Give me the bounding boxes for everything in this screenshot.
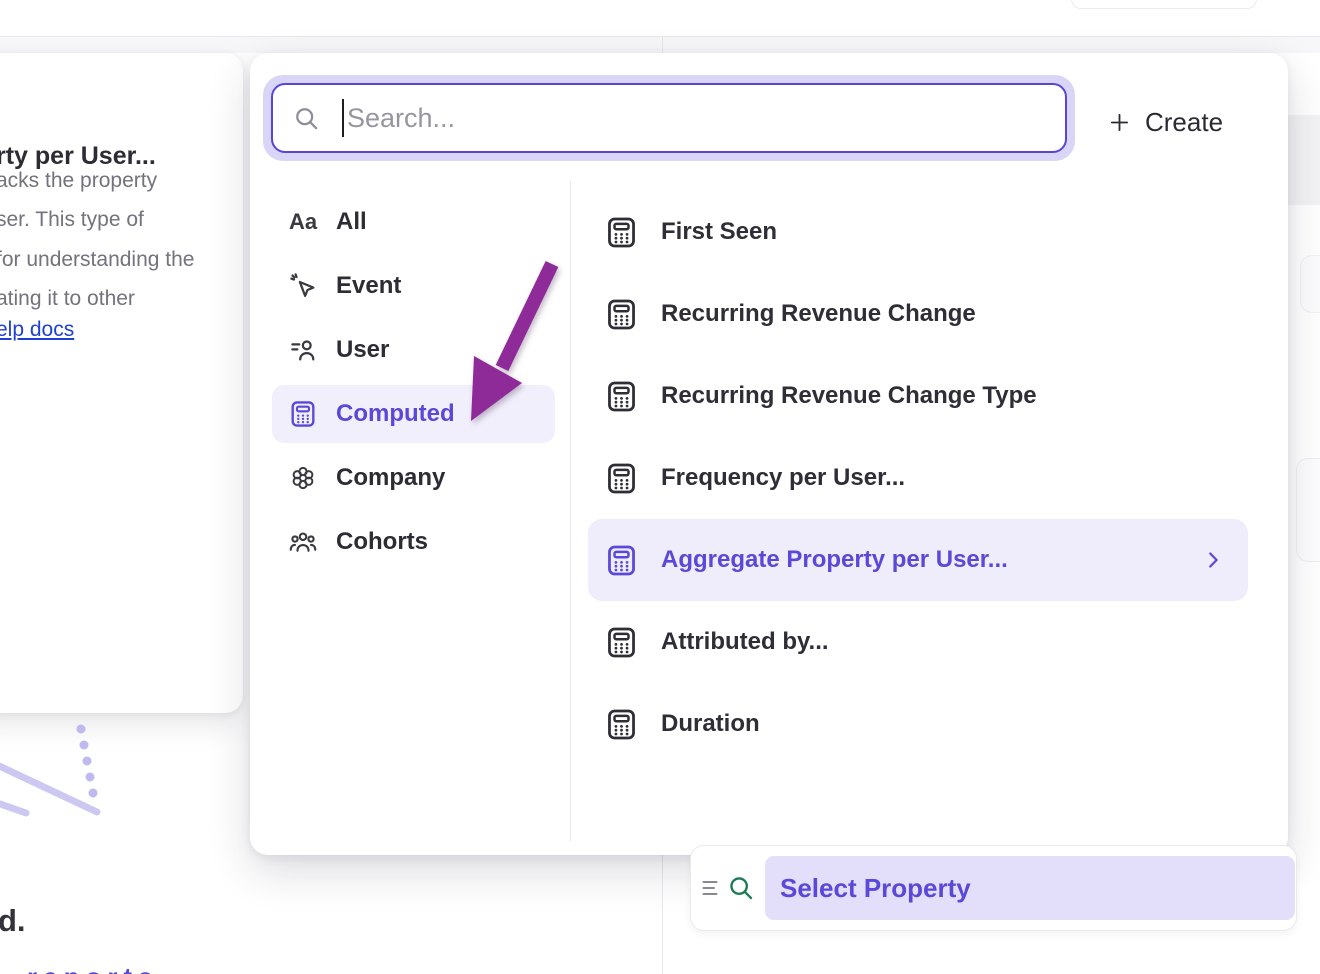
app-screenshot: rty per User... acks the property ser. T… (0, 0, 1320, 974)
category-item-all[interactable]: Aa All (272, 193, 555, 251)
property-item[interactable]: Attributed by... (588, 612, 1248, 672)
calculator-icon (604, 379, 639, 414)
calculator-icon (604, 707, 639, 742)
create-button[interactable]: Create (1108, 100, 1223, 144)
aa-icon: Aa (288, 207, 318, 237)
plus-icon (1108, 111, 1131, 134)
clipped-purple-text-fragment: reports (27, 962, 159, 974)
cursor-click-icon (288, 271, 318, 301)
category-item-user[interactable]: User (272, 321, 555, 379)
search-field[interactable] (271, 83, 1067, 153)
property-label: Attributed by... (661, 628, 829, 656)
clipped-heading-fragment: d. (0, 903, 26, 939)
property-label: First Seen (661, 218, 777, 246)
create-button-label: Create (1145, 107, 1223, 138)
calculator-icon (604, 297, 639, 332)
property-label: Duration (661, 710, 760, 738)
list-lines-icon (701, 878, 719, 898)
property-item[interactable]: Duration (588, 694, 1248, 754)
select-property-button[interactable]: Select Property (765, 856, 1295, 920)
modal-column-divider (570, 181, 571, 841)
property-label: Recurring Revenue Change (661, 300, 976, 328)
property-label: Frequency per User... (661, 464, 905, 492)
property-picker-modal: Create Aa All Event (250, 53, 1288, 855)
green-search-icon (727, 874, 755, 902)
category-item-company[interactable]: Company (272, 449, 555, 507)
company-icon (288, 463, 318, 493)
top-band (0, 37, 1320, 53)
select-property-label: Select Property (780, 873, 971, 904)
help-docs-link[interactable]: elp docs (0, 318, 74, 342)
select-property-control: Select Property (690, 845, 1297, 931)
category-item-cohorts[interactable]: Cohorts (272, 513, 555, 571)
property-label: Recurring Revenue Change Type (661, 382, 1037, 410)
category-label: All (336, 208, 367, 236)
search-input[interactable] (347, 103, 1047, 134)
category-label: Computed (336, 400, 455, 428)
background-row-fragment (1288, 115, 1320, 205)
calculator-icon (288, 399, 318, 429)
text-cursor (342, 99, 344, 137)
category-item-computed[interactable]: Computed (272, 385, 555, 443)
chevron-right-icon (1202, 549, 1224, 571)
property-item[interactable]: Recurring Revenue Change (588, 284, 1248, 344)
category-label: User (336, 336, 389, 364)
background-card-fragment (1300, 255, 1320, 313)
user-icon (288, 335, 318, 365)
search-focus-halo (263, 75, 1075, 161)
property-item[interactable]: Recurring Revenue Change Type (588, 366, 1248, 426)
calculator-icon (604, 461, 639, 496)
property-label: Aggregate Property per User... (661, 546, 1008, 574)
property-help-tooltip: rty per User... acks the property ser. T… (0, 53, 243, 713)
calculator-icon (604, 215, 639, 250)
property-item[interactable]: First Seen (588, 202, 1248, 262)
background-card-fragment (1296, 458, 1320, 562)
property-item[interactable]: Frequency per User... (588, 448, 1248, 508)
calculator-icon (604, 543, 639, 578)
category-label: Company (336, 464, 445, 492)
category-item-event[interactable]: Event (272, 257, 555, 315)
tooltip-line: ser. This type of (0, 200, 194, 239)
calculator-icon (604, 625, 639, 660)
background-control-fragment (1071, 0, 1257, 9)
category-label: Cohorts (336, 528, 428, 556)
tooltip-line: acks the property (0, 161, 194, 200)
property-item-selected[interactable]: Aggregate Property per User... (588, 519, 1248, 601)
cohorts-icon (288, 527, 318, 557)
tooltip-description: acks the property ser. This type of for … (0, 161, 194, 319)
category-label: Event (336, 272, 401, 300)
decorative-illustration (0, 715, 130, 825)
tooltip-line: ating it to other (0, 279, 194, 318)
search-icon (293, 105, 320, 132)
tooltip-line: for understanding the (0, 240, 194, 279)
